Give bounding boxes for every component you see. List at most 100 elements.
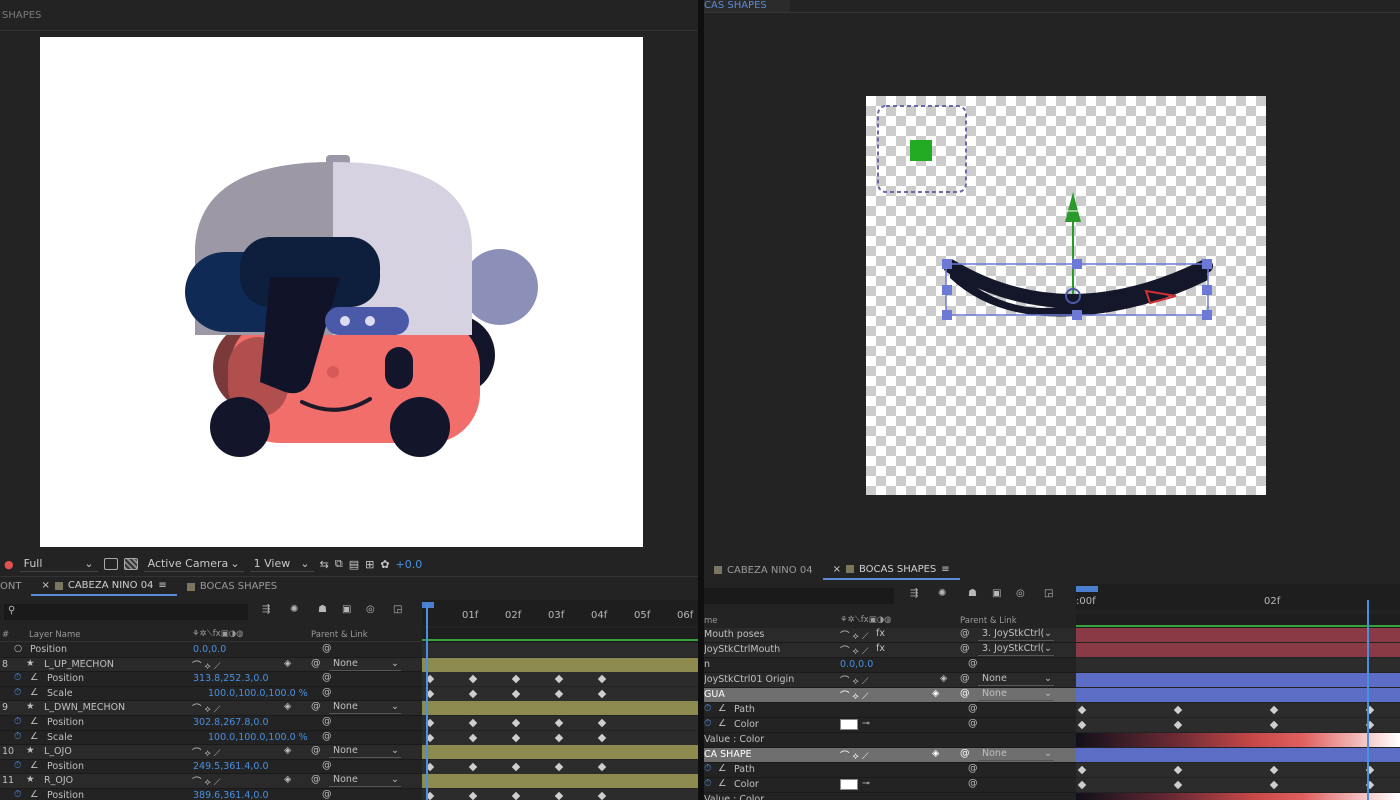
cube-icon[interactable]: ◈ [284,774,291,785]
expression-icon[interactable]: @ [322,687,332,698]
property-row[interactable]: n 0.0,0.0 @ [704,658,1076,673]
property-row[interactable]: ⏱ ∠ Path @ [704,763,1076,778]
tab-cabeza-nino-04[interactable]: × CABEZA NINO 04 ≡ [31,577,177,596]
menu-icon[interactable]: ≡ [941,564,949,575]
draft-3d-icon[interactable]: ✺ [938,588,946,599]
keyframe-diamond[interactable] [597,674,607,684]
property-value[interactable]: 100.0,100.0,100.0 % [208,732,308,743]
camera-dropdown[interactable]: Active Camera ⌄ [143,556,244,572]
layer-switches[interactable]: ⌒ ⟡ ⟋ [192,658,220,672]
layer-switches[interactable]: ⌒ ⟡ ⟋ [840,643,868,657]
layer-row[interactable]: 8 ★ L_UP_MECHON ⌒ ⟡ ⟋ ◈ @ None ⌄ [0,657,422,673]
eyedropper-icon[interactable]: ⊸ [862,778,870,789]
keyframe-diamond[interactable] [1077,780,1087,790]
property-row[interactable]: Value : Color [704,733,1076,748]
views-dropdown[interactable]: 1 View ⌄ [249,556,314,572]
layer-row[interactable]: CA SHAPE ⌒ ⟡ ⟋ ◈ @ None ⌄ [704,748,1076,763]
layer-switches[interactable]: ⌒ ⟡ ⟋ [840,628,868,642]
keyframe-diamond[interactable] [597,762,607,772]
expression-icon[interactable]: @ [968,718,978,729]
property-value[interactable]: 249.5,361.4,0.0 [193,761,269,772]
stopwatch-icon[interactable]: ⏱ [704,763,711,774]
layer-switches[interactable]: ⌒ ⟡ ⟋ [192,774,220,788]
toggle-pixel-icon[interactable]: ⇆ [320,558,329,571]
keyframe-diamond[interactable] [468,733,478,742]
layer-row[interactable]: Mouth poses ⌒ ⟡ ⟋ fx @3. JoyStkCtrl(⌄ [704,628,1076,643]
property-track[interactable] [422,759,698,774]
cube-icon[interactable]: ◈ [284,701,291,712]
layer-duration-bar[interactable] [422,657,698,672]
layer-duration-bar[interactable] [1076,688,1400,702]
work-area-bar[interactable] [422,639,698,641]
keyframe-diamond[interactable] [554,718,564,728]
fx-icon[interactable]: fx [876,643,885,654]
expression-icon[interactable]: @ [322,731,332,742]
fx-icon[interactable]: fx [876,628,885,639]
menu-icon[interactable]: ≡ [158,580,166,591]
layer-switches[interactable]: ⌒ ⟡ ⟋ [192,701,220,715]
layer-duration-bar[interactable] [1076,643,1400,657]
keyframe-diamond[interactable] [597,791,607,800]
keyframe-diamond[interactable] [1173,780,1183,790]
keyframe-diamond[interactable] [511,689,521,699]
keyframe-diamond[interactable] [468,689,478,699]
draft-3d-icon[interactable]: ✺ [290,604,298,615]
expression-icon[interactable]: @ [322,760,332,771]
layer-duration-bar[interactable] [1076,628,1400,642]
keyframe-diamond[interactable] [468,762,478,772]
stopwatch-icon[interactable]: ⏱ [14,716,21,727]
keyframe-diamond[interactable] [1173,705,1183,715]
keyframe-diamond[interactable] [1269,765,1279,775]
expression-icon[interactable]: @ [968,778,978,789]
cube-icon[interactable]: ◈ [940,673,947,684]
layer-row[interactable]: JoyStkCtrl01 Origin ⌒ ⟡ ⟋ ◈ @ None ⌄ [704,673,1076,688]
keyframe-diamond[interactable] [1077,720,1087,730]
stopwatch-icon[interactable]: ⏱ [14,687,21,698]
property-row[interactable]: Value : Color [704,793,1076,800]
property-track[interactable] [1076,793,1400,800]
keyframe-diamond[interactable] [1077,765,1087,775]
keyframe-diamond[interactable] [554,674,564,684]
property-track[interactable] [1076,733,1400,747]
parent-dropdown[interactable]: 3. JoyStkCtrl(⌄ [978,628,1054,641]
flowchart-icon[interactable]: ⊞ [365,558,374,571]
motion-blur-icon[interactable]: ◎ [1016,588,1025,599]
property-row[interactable]: ⏱ ∠ Position 302.8,267.8,0.0 @ [0,716,422,731]
parent-dropdown[interactable]: None ⌄ [978,748,1054,761]
expression-icon[interactable]: @ [968,703,978,714]
graph-editor-icon[interactable]: ◲ [1044,588,1053,599]
pickwhip-icon[interactable]: @ [311,658,321,669]
shy-icon[interactable]: ☗ [318,604,327,615]
transparency-grid-icon[interactable] [123,558,138,570]
keyframe-diamond[interactable] [511,733,521,742]
pickwhip-icon[interactable]: @ [960,628,970,639]
keyframe-diamond[interactable] [1173,765,1183,775]
star-icon[interactable]: ★ [26,774,35,785]
keyframe-diamond[interactable] [597,733,607,742]
comp-mini-flowchart-icon[interactable]: ⇶ [910,588,918,599]
property-track[interactable] [1076,718,1400,732]
timeline-icon[interactable]: ▤ [349,558,359,571]
graph-editor-icon[interactable]: ◲ [393,604,402,615]
keyframe-diamond[interactable] [1077,705,1087,715]
layer-row[interactable]: 10 ★ L_OJO ⌒ ⟡ ⟋ ◈ @ None ⌄ [0,745,422,760]
property-row[interactable]: ⏱ ∠ Color ⊸ @ [704,718,1076,733]
playhead[interactable] [426,604,428,800]
property-row[interactable]: ⏱ ∠ Path @ [704,703,1076,718]
property-row[interactable]: ⏱ ∠ Position 249.5,361.4,0.0 @ [0,759,422,775]
parent-dropdown[interactable]: 3. JoyStkCtrl(⌄ [978,643,1054,656]
stopwatch-icon[interactable]: ⏱ [704,778,711,789]
close-icon[interactable]: × [41,580,49,591]
graph-icon[interactable]: ∠ [718,778,727,789]
color-swatch[interactable] [840,779,858,790]
pickwhip-icon[interactable]: @ [311,701,321,712]
parent-dropdown[interactable]: None ⌄ [329,701,401,715]
layer-duration-bar[interactable] [422,745,698,760]
graph-icon[interactable]: ∠ [30,672,39,683]
stopwatch-icon[interactable]: ⏱ [704,703,711,714]
header-layer-name[interactable]: Layer Name [29,630,80,640]
time-ruler[interactable]: :00f 02f [1076,584,1400,610]
layer-duration-bar[interactable] [1076,748,1400,762]
search-input[interactable] [704,588,894,604]
property-value[interactable]: 313.8,252.3,0.0 [193,673,269,684]
